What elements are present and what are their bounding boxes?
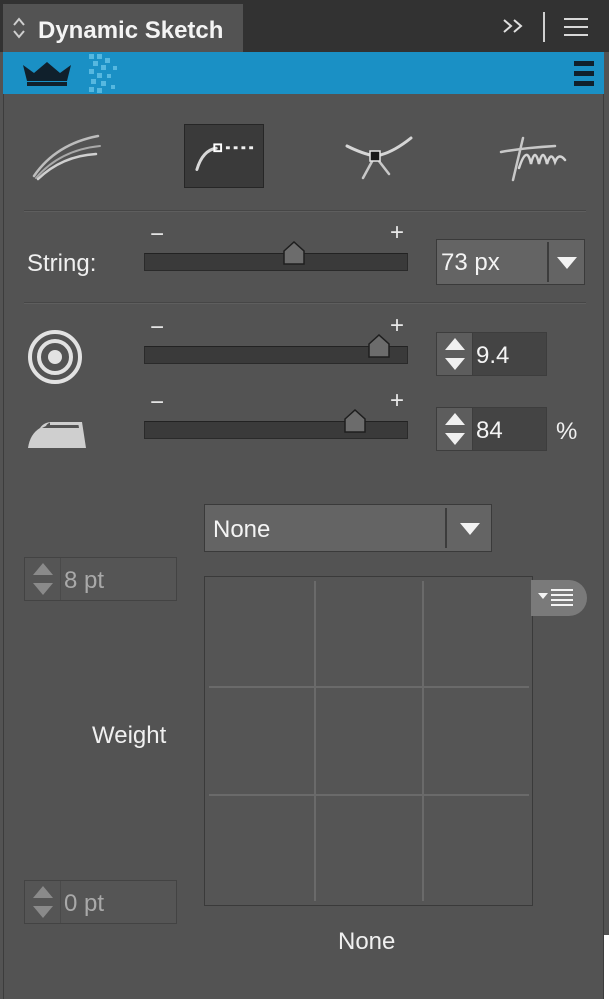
string-slider[interactable]: − + xyxy=(144,219,408,271)
slider-plus: + xyxy=(389,312,404,339)
arrow-down-icon[interactable] xyxy=(444,357,466,371)
target-icon xyxy=(28,330,82,384)
stepper-buttons[interactable] xyxy=(25,558,61,600)
weight-profile-grid[interactable] xyxy=(204,576,533,906)
weight-caption: None xyxy=(338,928,396,955)
percent-unit: % xyxy=(556,418,578,445)
string-label: String: xyxy=(27,250,97,277)
arrow-up-icon[interactable] xyxy=(444,337,466,351)
grid-line xyxy=(314,581,316,901)
iron-value[interactable]: 84 xyxy=(476,417,503,445)
stepper-buttons[interactable] xyxy=(25,881,61,923)
brand-header xyxy=(3,52,604,94)
stepper-buttons[interactable] xyxy=(437,333,473,375)
grid-line xyxy=(209,686,529,688)
grid-options-button[interactable] xyxy=(531,580,587,616)
stepper-buttons[interactable] xyxy=(437,408,473,450)
arrow-down-icon[interactable] xyxy=(32,582,54,596)
window-edge xyxy=(604,935,609,999)
string-value: 73 px xyxy=(441,249,500,276)
double-chevron-right-icon[interactable] xyxy=(500,12,528,40)
anchor-point-icon xyxy=(345,136,413,180)
iron-icon xyxy=(28,422,86,448)
slider-plus: + xyxy=(389,387,404,414)
slider-track[interactable] xyxy=(144,253,408,271)
slider-plus: + xyxy=(389,219,404,246)
slider-minus: − xyxy=(150,221,165,248)
dropdown-separator xyxy=(445,508,447,548)
grid-options-icon xyxy=(538,589,573,606)
vertical-menu-icon[interactable] xyxy=(573,60,595,87)
mode-string-path-button[interactable] xyxy=(184,124,264,188)
slider-thumb[interactable] xyxy=(344,409,366,433)
slider-minus: − xyxy=(150,389,165,416)
slider-minus: − xyxy=(150,314,165,341)
mode-sketch-strokes-button[interactable] xyxy=(26,124,106,188)
section-divider xyxy=(24,210,586,212)
weight-min-stepper[interactable]: 0 pt xyxy=(24,880,177,924)
panel-title: Dynamic Sketch xyxy=(38,17,224,44)
arrow-up-icon[interactable] xyxy=(32,562,54,576)
sketch-strokes-icon xyxy=(32,134,101,181)
arrow-up-icon[interactable] xyxy=(444,412,466,426)
scribble-icon xyxy=(499,136,567,182)
weight-profile-value: None xyxy=(213,516,271,543)
panel-titlebar: Dynamic Sketch xyxy=(0,0,609,52)
target-value[interactable]: 9.4 xyxy=(476,342,509,370)
target-stepper[interactable]: 9.4 xyxy=(436,332,547,376)
slider-track[interactable] xyxy=(144,421,408,439)
grid-line xyxy=(209,794,529,796)
weight-max-value[interactable]: 8 pt xyxy=(64,567,104,595)
dropdown-separator xyxy=(547,242,549,282)
weight-max-stepper[interactable]: 8 pt xyxy=(24,557,177,601)
string-units-dropdown[interactable]: 73 px xyxy=(436,239,585,285)
slider-thumb[interactable] xyxy=(368,334,390,358)
arrow-up-icon[interactable] xyxy=(32,885,54,899)
iron-stepper[interactable]: 84 xyxy=(436,407,547,451)
weight-min-value[interactable]: 0 pt xyxy=(64,890,104,918)
mode-scribble-button[interactable] xyxy=(493,124,573,188)
pixel-pattern xyxy=(89,54,117,93)
panel-tab[interactable]: Dynamic Sketch xyxy=(3,4,243,52)
section-divider xyxy=(24,302,586,304)
hamburger-menu-icon[interactable] xyxy=(562,16,590,38)
collapse-arrows-icon[interactable] xyxy=(12,14,26,42)
chevron-down-icon[interactable] xyxy=(459,522,481,536)
titlebar-separator xyxy=(543,12,545,42)
string-path-icon xyxy=(195,143,254,172)
crown-icon xyxy=(23,62,71,86)
weight-label: Weight xyxy=(92,722,167,749)
iron-slider[interactable]: − + xyxy=(144,387,408,439)
target-slider[interactable]: − + xyxy=(144,312,408,364)
grid-line xyxy=(422,581,424,901)
arrow-down-icon[interactable] xyxy=(32,905,54,919)
chevron-down-icon[interactable] xyxy=(556,256,578,270)
weight-profile-dropdown[interactable]: None xyxy=(204,504,492,552)
arrow-down-icon[interactable] xyxy=(444,432,466,446)
mode-anchor-point-button[interactable] xyxy=(335,124,415,188)
slider-thumb[interactable] xyxy=(283,241,306,265)
